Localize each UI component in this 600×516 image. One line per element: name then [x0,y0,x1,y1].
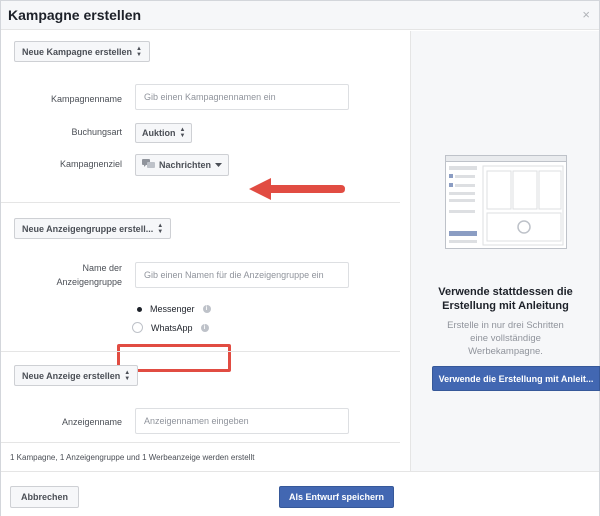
new-ad-button[interactable]: Neue Anzeige erstellen ▲ ▼ [14,365,139,386]
campaign-name-input[interactable]: Gib einen Kampagnennamen ein [135,84,349,110]
updown-caret-icon: ▲ ▼ [179,127,186,139]
updown-caret-icon: ▲ ▼ [157,222,164,235]
guided-text-line3: Werbekampagne. [468,346,543,357]
caret-down-icon [215,160,223,170]
info-icon: i [202,305,211,313]
section-divider [1,202,400,203]
red-arrow-left-icon [249,178,345,205]
buying-type-label: Buchungsart [71,127,122,137]
messenger-label: Messenger [150,304,195,314]
section-divider [1,351,400,352]
guided-text-line2: eine vollständige [470,333,541,344]
new-adset-label: Neue Anzeigengruppe erstell... [22,223,154,234]
new-ad-label: Neue Anzeige erstellen [22,370,121,381]
guided-creation-title: Verwende stattdessen die Erstellung mit … [411,285,600,313]
cancel-button[interactable]: Abbrechen [10,486,80,508]
guided-title-line1: Verwende stattdessen die [438,286,573,298]
radio-messenger[interactable]: Messenger i [137,304,211,314]
close-icon[interactable]: × [582,7,590,22]
dialog-title: Kampagne erstellen [8,7,142,23]
adset-name-label-line1: Name der [82,263,122,273]
objective-label: Kampagnenziel [59,159,122,169]
updown-caret-icon: ▲ ▼ [124,369,131,382]
use-guided-creation-button[interactable]: Verwende die Erstellung mit Anleit... [432,366,600,391]
summary-text: 1 Kampagne, 1 Anzeigengruppe und 1 Werbe… [10,453,255,462]
guided-text-line1: Erstelle in nur drei Schritten [447,320,564,331]
guided-title-line2: Erstellung mit Anleitung [442,300,569,312]
form-panel: Neue Kampagne erstellen ▲ ▼ Kampagnenname… [1,31,410,471]
new-campaign-label: Neue Kampagne erstellen [22,46,133,57]
objective-select[interactable]: Nachrichten [135,154,230,176]
ad-name-input[interactable]: Anzeigennamen eingeben [135,408,349,434]
dialog-footer: Abbrechen Als Entwurf speichern [1,471,599,516]
create-campaign-dialog: Kampagne erstellen × Neue Kampagne erste… [0,0,600,516]
whatsapp-label: WhatsApp [151,322,193,333]
save-draft-button[interactable]: Als Entwurf speichern [279,486,394,508]
buying-type-select[interactable]: Auktion ▲ ▼ [135,123,193,143]
radio-selected-icon [137,306,142,312]
info-icon: i [200,323,209,332]
dialog-header: Kampagne erstellen × [1,1,599,30]
guided-creation-illustration-icon [445,155,567,254]
ad-name-label: Anzeigenname [61,417,122,427]
radio-unselected-icon [132,322,143,333]
adset-name-label-line2: Anzeigengruppe [56,277,122,287]
updown-caret-icon: ▲ ▼ [136,45,142,58]
radio-whatsapp[interactable]: WhatsApp i [132,322,209,333]
campaign-name-label: Kampagnenname [50,94,122,104]
new-adset-button[interactable]: Neue Anzeigengruppe erstell... ▲ ▼ [14,218,172,239]
new-campaign-button[interactable]: Neue Kampagne erstellen ▲ ▼ [14,41,150,62]
objective-value: Nachrichten [159,160,212,170]
buying-type-value: Auktion [142,128,176,138]
guided-creation-panel: Verwende stattdessen die Erstellung mit … [410,31,600,471]
section-divider [1,442,400,443]
chat-bubbles-icon [142,159,155,171]
guided-creation-description: Erstelle in nur drei Schritten eine voll… [411,319,600,358]
adset-name-input[interactable]: Gib einen Namen für die Anzeigengruppe e… [135,262,349,288]
